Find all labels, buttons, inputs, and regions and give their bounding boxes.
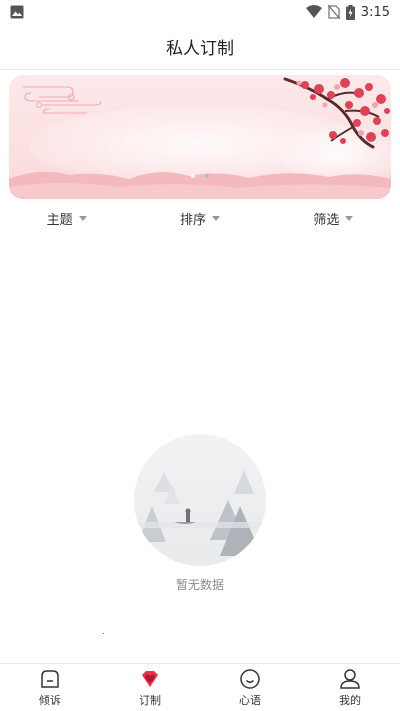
heart-gem-icon (142, 670, 158, 687)
app-header: 私人订制 (0, 24, 400, 70)
carousel-dot-2 (205, 174, 209, 178)
filter-screen-label: 筛选 (313, 212, 340, 228)
bottom-tab-bar: 倾诉 订制 心语 我的 (0, 663, 400, 711)
tab-confide[interactable]: 倾诉 (0, 664, 100, 711)
status-bar: 3:15 (0, 0, 400, 24)
smile-icon (240, 668, 260, 689)
caret-down-icon (78, 215, 87, 221)
filter-theme-label: 主题 (46, 212, 73, 228)
tab-mine-label: 我的 (339, 693, 361, 707)
filter-sort[interactable]: 排序 (133, 204, 266, 232)
battery-charging-icon (345, 4, 355, 20)
chat-bubble-icon (41, 669, 59, 688)
filter-theme[interactable]: 主题 (0, 204, 133, 232)
status-right: 3:15 (305, 4, 390, 20)
empty-state-text: 暂无数据 (175, 578, 224, 592)
filter-sort-label: 排序 (179, 212, 206, 228)
tab-heart-words[interactable]: 心语 (200, 664, 300, 711)
filter-bar: 主题 排序 筛选 (0, 204, 400, 232)
clock: 3:15 (360, 4, 390, 20)
wifi-icon (305, 5, 322, 18)
banner-image (9, 75, 391, 199)
tab-custom-label: 订制 (139, 693, 161, 707)
tab-heart-words-label: 心语 (239, 693, 261, 707)
stray-dot (103, 633, 104, 634)
user-icon (340, 668, 360, 689)
tab-custom[interactable]: 订制 (100, 664, 200, 711)
caret-down-icon (212, 215, 220, 221)
empty-state-illustration (134, 434, 266, 566)
page-title: 私人订制 (166, 39, 234, 59)
banner-carousel[interactable] (9, 75, 391, 199)
no-sim-icon (327, 5, 340, 19)
tab-confide-label: 倾诉 (39, 693, 61, 707)
filter-screen[interactable]: 筛选 (267, 204, 400, 232)
image-notification-icon (10, 5, 24, 19)
carousel-dot-1 (191, 174, 195, 178)
tab-mine[interactable]: 我的 (300, 664, 400, 711)
caret-down-icon (345, 215, 354, 221)
